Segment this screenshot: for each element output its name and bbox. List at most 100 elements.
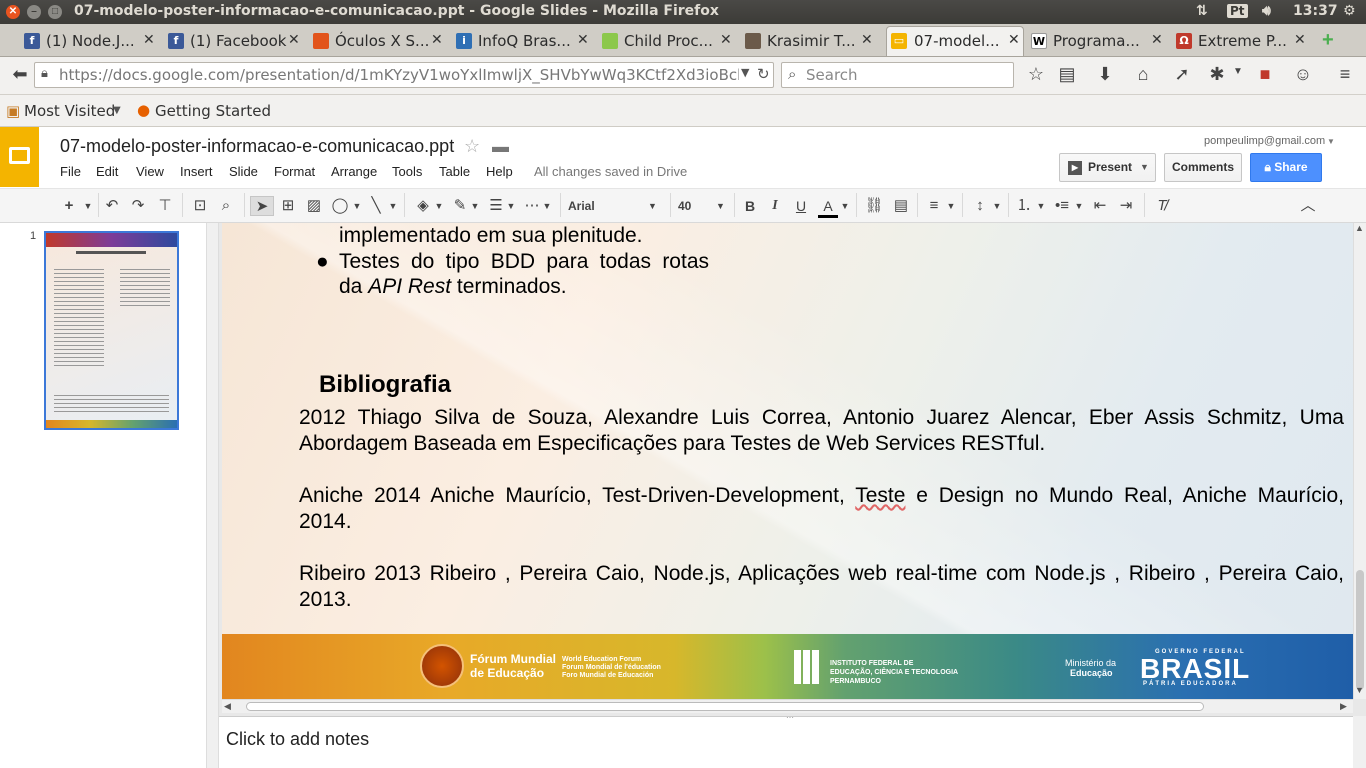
speaker-notes-panel[interactable]	[219, 716, 1353, 768]
link-icon[interactable]: ⛓	[864, 196, 884, 216]
spacing-dropdown-icon[interactable]: ▼	[992, 196, 1002, 216]
bookmark-star-icon[interactable]: ☆	[1024, 64, 1048, 85]
horizontal-scrollbar[interactable]: ◀ ▶	[222, 699, 1353, 713]
decrease-indent-icon[interactable]: ⇤	[1090, 196, 1110, 216]
url-bar[interactable]: 🔒︎ https://docs.google.com/presentation/…	[34, 62, 774, 88]
numbered-list-icon[interactable]: ⒈	[1014, 196, 1034, 216]
shape-dropdown-icon[interactable]: ▼	[352, 196, 362, 216]
menu-edit[interactable]: Edit	[96, 164, 118, 179]
tab-item[interactable]: f (1) Facebook ✕	[168, 27, 305, 57]
keyboard-layout-indicator[interactable]: Pt	[1227, 4, 1248, 18]
most-visited-bookmark[interactable]: Most Visited	[24, 102, 115, 120]
chevron-down-icon[interactable]: ▼	[113, 105, 121, 116]
select-icon[interactable]: ➤	[250, 196, 274, 216]
text-color-dropdown-icon[interactable]: ▼	[840, 196, 850, 216]
notes-resize-handle[interactable]: ⋯	[786, 713, 794, 722]
maximize-window-icon[interactable]: □	[48, 5, 62, 19]
comments-button[interactable]: Comments	[1164, 153, 1242, 182]
close-tab-icon[interactable]: ✕	[143, 32, 155, 48]
menu-help[interactable]: Help	[486, 164, 513, 179]
border-dropdown-icon[interactable]: ▼	[470, 196, 480, 216]
reference-3-line1[interactable]: Ribeiro 2013 Ribeiro , Pereira Caio, Nod…	[299, 561, 1344, 587]
font-family-select[interactable]: Arial ▼	[568, 196, 657, 216]
close-tab-icon[interactable]: ✕	[577, 32, 589, 48]
zoom-icon[interactable]: ⌕	[216, 196, 236, 216]
weight-dropdown-icon[interactable]: ▼	[506, 196, 516, 216]
document-title[interactable]: 07-modelo-poster-informacao-e-comunicaca…	[60, 136, 454, 157]
text-box-icon[interactable]: ⊞	[278, 196, 298, 216]
reload-icon[interactable]: ↻	[757, 65, 770, 83]
align-dropdown-icon[interactable]: ▼	[946, 196, 956, 216]
fill-dropdown-icon[interactable]: ▼	[434, 196, 444, 216]
redo-icon[interactable]: ↷	[128, 196, 148, 216]
line-spacing-icon[interactable]: ↕	[970, 196, 990, 216]
italic-icon[interactable]: I	[767, 196, 783, 216]
bullet-item[interactable]: Testes do tipo BDD para todas rotas	[339, 249, 709, 275]
new-tab-icon[interactable]: +	[1322, 29, 1334, 52]
send-icon[interactable]: ➚	[1170, 64, 1194, 85]
align-icon[interactable]: ≡	[924, 196, 944, 216]
close-tab-icon[interactable]: ✕	[1008, 32, 1020, 48]
menu-table[interactable]: Table	[439, 164, 470, 179]
reference-2-line2[interactable]: 2014.	[299, 509, 352, 535]
tab-item[interactable]: Krasimir T... ✕	[745, 27, 878, 57]
close-window-icon[interactable]: ✕	[6, 5, 20, 19]
notes-scrollbar[interactable]	[1353, 716, 1366, 768]
power-icon[interactable]: ⚙	[1343, 3, 1356, 19]
menu-arrange[interactable]: Arrange	[331, 164, 377, 179]
new-slide-dropdown-icon[interactable]: ▼	[82, 196, 94, 216]
search-input[interactable]: ⌕ Search	[781, 62, 1014, 88]
reference-2-line1[interactable]: Aniche 2014 Aniche Maurício, Test-Driven…	[299, 483, 1344, 509]
menu-view[interactable]: View	[136, 164, 164, 179]
downloads-icon[interactable]: ⬇	[1093, 64, 1117, 85]
present-button[interactable]: ▶ Present ▼	[1059, 153, 1156, 182]
border-color-icon[interactable]: ✎	[450, 196, 470, 216]
border-dash-icon[interactable]: ⋯	[522, 196, 542, 216]
line-dropdown-icon[interactable]: ▼	[388, 196, 398, 216]
clear-formatting-icon[interactable]: T̸	[1152, 196, 1172, 216]
scroll-up-icon[interactable]: ▲	[1355, 223, 1364, 233]
volume-icon[interactable]: 🔊︎	[1262, 3, 1271, 19]
clock[interactable]: 13:37	[1293, 3, 1338, 19]
close-tab-icon[interactable]: ✕	[288, 32, 300, 48]
minimize-window-icon[interactable]: –	[27, 5, 41, 19]
menu-file[interactable]: File	[60, 164, 81, 179]
tab-item[interactable]: i InfoQ Bras... ✕	[456, 27, 594, 57]
star-icon[interactable]: ☆	[464, 136, 480, 157]
slide-thumbnail[interactable]	[44, 231, 179, 430]
increase-indent-icon[interactable]: ⇥	[1116, 196, 1136, 216]
font-size-select[interactable]: 40 ▼	[678, 196, 726, 216]
comment-icon[interactable]: ▤	[891, 196, 911, 216]
tab-item[interactable]: Child Proc... ✕	[602, 27, 737, 57]
tab-item[interactable]: f (1) Node.J... ✕	[24, 27, 160, 57]
horizontal-scroll-thumb[interactable]	[246, 702, 1204, 711]
fit-icon[interactable]: ⊡	[190, 196, 210, 216]
url-dropdown-icon[interactable]: ▼	[741, 66, 749, 79]
collapse-toolbar-icon[interactable]: ︿	[1298, 196, 1318, 216]
close-tab-icon[interactable]: ✕	[720, 32, 732, 48]
bullet-item-line2[interactable]: da API Rest terminados.	[339, 274, 567, 300]
text-color-icon[interactable]: A	[818, 196, 838, 218]
account-dropdown-icon[interactable]: ▼	[1327, 137, 1335, 146]
tab-item[interactable]: ▭ 07-model... ✕	[886, 26, 1024, 56]
image-icon[interactable]: ▨	[304, 196, 324, 216]
save-status[interactable]: All changes saved in Drive	[534, 164, 687, 179]
vertical-scroll-thumb[interactable]	[1356, 570, 1364, 690]
bold-icon[interactable]: B	[742, 196, 758, 216]
fill-color-icon[interactable]: ◈	[412, 196, 434, 216]
slide-canvas[interactable]: implementado em sua plenitude. ● Testes …	[222, 223, 1353, 699]
scroll-left-icon[interactable]: ◀	[224, 701, 231, 712]
slides-home-icon[interactable]	[0, 127, 39, 187]
back-icon[interactable]: ⬅	[8, 64, 32, 85]
border-weight-icon[interactable]: ☰	[486, 196, 506, 216]
menu-insert[interactable]: Insert	[180, 164, 213, 179]
getting-started-bookmark[interactable]: Getting Started	[155, 102, 271, 120]
chat-icon[interactable]: ☺	[1291, 64, 1315, 85]
share-button[interactable]: 🔒︎ Share	[1250, 153, 1322, 182]
home-icon[interactable]: ⌂	[1131, 64, 1155, 85]
account-email[interactable]: pompeulimp@gmail.com	[1204, 135, 1325, 147]
bulleted-list-icon[interactable]: •≡	[1052, 196, 1072, 216]
dash-dropdown-icon[interactable]: ▼	[542, 196, 552, 216]
vertical-scrollbar[interactable]: ▲ ▼	[1353, 223, 1366, 699]
undo-icon[interactable]: ↶	[102, 196, 122, 216]
